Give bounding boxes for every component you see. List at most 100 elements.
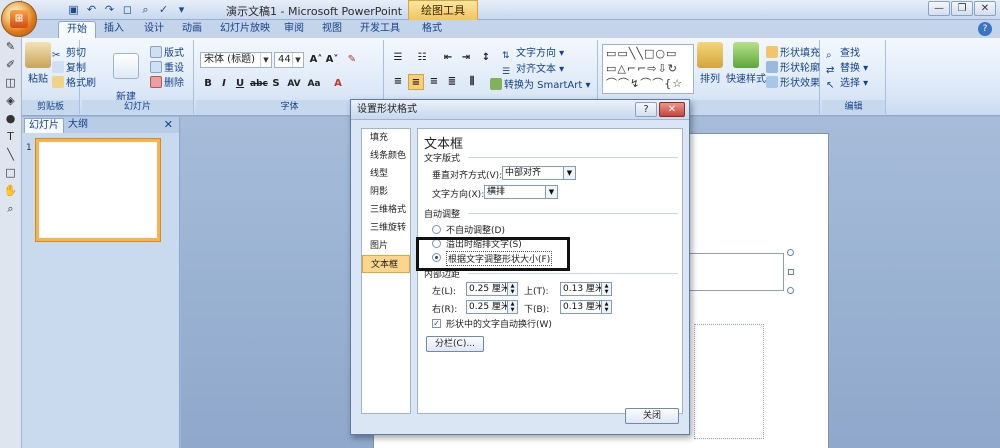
shapes-gallery[interactable]: ▭▭╲╲□○▭ ▭△⌐⌐⇨⇩↻ ⌒⌒↯⌒⌒{☆ [602, 44, 694, 94]
align-left-icon[interactable]: ≡ [390, 74, 406, 90]
eraser-tool-icon[interactable]: ◫ [3, 76, 19, 90]
shape-fill-button[interactable]: 形状填充 [766, 44, 820, 59]
rect-tool-icon[interactable]: □ [3, 166, 19, 180]
numbering-icon[interactable]: ☷ [414, 50, 430, 66]
line-tool-icon[interactable]: ╲ [3, 148, 19, 162]
undo-icon[interactable]: ↶ [84, 2, 99, 17]
resize-handle[interactable] [787, 287, 794, 294]
close-window-icon[interactable]: ✕ [974, 1, 996, 16]
tab-insert[interactable]: 插入 [98, 21, 130, 38]
tab-format[interactable]: 格式 [416, 21, 448, 38]
bottom-margin-input[interactable]: 0.13 厘米 ▲ ▼ [560, 300, 612, 314]
wrap-text-checkbox[interactable]: ✓ [432, 319, 441, 328]
tab-slideshow[interactable]: 幻灯片放映 [214, 21, 276, 38]
font-size-select[interactable]: 44 ▼ [274, 52, 304, 68]
category-line-color[interactable]: 线条颜色 [362, 147, 410, 165]
tab-home[interactable]: 开始 [58, 21, 96, 38]
zoom-tool-icon[interactable]: ⌕ [3, 202, 19, 216]
category-picture[interactable]: 图片 [362, 237, 410, 255]
qat-customize-icon[interactable]: ▾ [174, 2, 189, 17]
shape-outline-button[interactable]: 形状轮廓 [766, 59, 820, 74]
vertical-align-select[interactable]: 中部对齐 ▼ [502, 166, 576, 180]
justify-icon[interactable]: ≣ [444, 74, 460, 90]
line-spacing-icon[interactable]: ↕ [478, 50, 494, 66]
increase-indent-icon[interactable]: ⇥ [458, 50, 474, 66]
slide-thumbnail[interactable] [36, 139, 160, 241]
category-fill[interactable]: 填充 [362, 129, 410, 147]
columns-button[interactable]: 分栏(C)... [426, 336, 484, 352]
tab-animations[interactable]: 动画 [176, 21, 208, 38]
delete-slide-button[interactable]: 删除 [150, 74, 184, 89]
align-right-icon[interactable]: ≡ [426, 74, 442, 90]
tab-review[interactable]: 审阅 [278, 21, 310, 38]
category-shadow[interactable]: 阴影 [362, 183, 410, 201]
clear-format-icon[interactable]: ✎ [344, 52, 360, 68]
minimize-icon[interactable]: — [928, 1, 950, 16]
font-name-select[interactable]: 宋体 (标题) ▼ [200, 52, 272, 68]
slide-number: 1 [26, 143, 32, 153]
pen-tool-icon[interactable]: ✎ [3, 40, 19, 54]
align-center-icon[interactable]: ≡ [408, 74, 424, 90]
italic-icon[interactable]: I [216, 76, 232, 92]
save-icon[interactable]: ▣ [66, 2, 81, 17]
strikethrough-icon[interactable]: abc [250, 76, 268, 92]
dialog-help-icon[interactable]: ? [635, 102, 657, 117]
fill-tool-icon[interactable]: ◈ [3, 94, 19, 108]
columns-icon[interactable]: ⫼ [464, 74, 480, 90]
grow-font-icon[interactable]: A˄ [308, 52, 324, 68]
autofit-none-radio[interactable] [432, 225, 441, 234]
spelling-icon[interactable]: ✓ [156, 2, 171, 17]
paste-button[interactable]: 粘贴 [24, 42, 52, 85]
font-color-icon[interactable]: A [330, 76, 346, 92]
category-3d-rotation[interactable]: 三维旋转 [362, 219, 410, 237]
reset-button[interactable]: 重设 [150, 59, 184, 74]
drop-tool-icon[interactable]: ● [3, 112, 19, 126]
hand-tool-icon[interactable]: ✋ [3, 184, 19, 198]
arrange-button[interactable]: 排列 [696, 42, 724, 85]
category-line-style[interactable]: 线型 [362, 165, 410, 183]
right-margin-input[interactable]: 0.25 厘米 ▲ ▼ [466, 300, 518, 314]
convert-smartart-button[interactable]: 转换为 SmartArt ▾ [490, 76, 591, 91]
underline-icon[interactable]: U [232, 76, 248, 92]
dialog-close-icon[interactable]: ✕ [659, 102, 685, 117]
window-controls: — ❐ ✕ [928, 1, 996, 16]
quick-styles-button[interactable]: 快速样式 [726, 42, 766, 85]
redo-icon[interactable]: ↷ [102, 2, 117, 17]
shape-effects-button[interactable]: 形状效果 [766, 74, 820, 89]
tab-slides[interactable]: 幻灯片 [24, 118, 64, 133]
category-text-box[interactable]: 文本框 [362, 255, 410, 273]
tab-view[interactable]: 视图 [316, 21, 348, 38]
new-icon[interactable]: ◻ [120, 2, 135, 17]
help-icon[interactable]: ? [978, 22, 992, 36]
tab-outline[interactable]: 大纲 [64, 118, 92, 133]
shadow-text-icon[interactable]: S [268, 76, 284, 92]
close-icon[interactable]: ✕ [164, 118, 173, 131]
shrink-font-icon[interactable]: A˅ [324, 52, 340, 68]
resize-handle[interactable] [787, 249, 794, 256]
left-margin-input[interactable]: 0.25 厘米 ▲ ▼ [466, 282, 518, 296]
resize-handle[interactable] [788, 269, 794, 275]
brush-tool-icon[interactable]: ✐ [3, 58, 19, 72]
slides-group: 新建 幻灯片 版式 重设 删除 幻灯片 [82, 40, 194, 114]
text-direction-select[interactable]: 横排 ▼ [484, 185, 558, 199]
top-margin-input[interactable]: 0.13 厘米 ▲ ▼ [560, 282, 612, 296]
bullets-icon[interactable]: ☰ [390, 50, 406, 66]
char-spacing-icon[interactable]: AV [286, 76, 302, 92]
office-button[interactable]: ⊞ [1, 1, 37, 37]
type-tool-icon[interactable]: T [3, 130, 19, 144]
layout-button[interactable]: 版式 [150, 44, 184, 59]
tab-developer[interactable]: 开发工具 [354, 21, 406, 38]
decrease-indent-icon[interactable]: ⇤ [440, 50, 456, 66]
tab-design[interactable]: 设计 [138, 21, 170, 38]
bold-icon[interactable]: B [200, 76, 216, 92]
category-3d-format[interactable]: 三维格式 [362, 201, 410, 219]
copy-icon [52, 61, 64, 73]
restore-icon[interactable]: ❐ [951, 1, 973, 16]
copy-button[interactable]: 复制 [52, 59, 86, 74]
select-button[interactable]: ↖ 选择 ▾ [826, 74, 868, 92]
print-preview-icon[interactable]: ⌕ [138, 2, 153, 17]
close-button[interactable]: 关闭 [625, 408, 679, 424]
settings-heading: 文本框 [424, 137, 464, 152]
change-case-icon[interactable]: Aa [306, 76, 322, 92]
body-placeholder[interactable] [694, 324, 764, 439]
